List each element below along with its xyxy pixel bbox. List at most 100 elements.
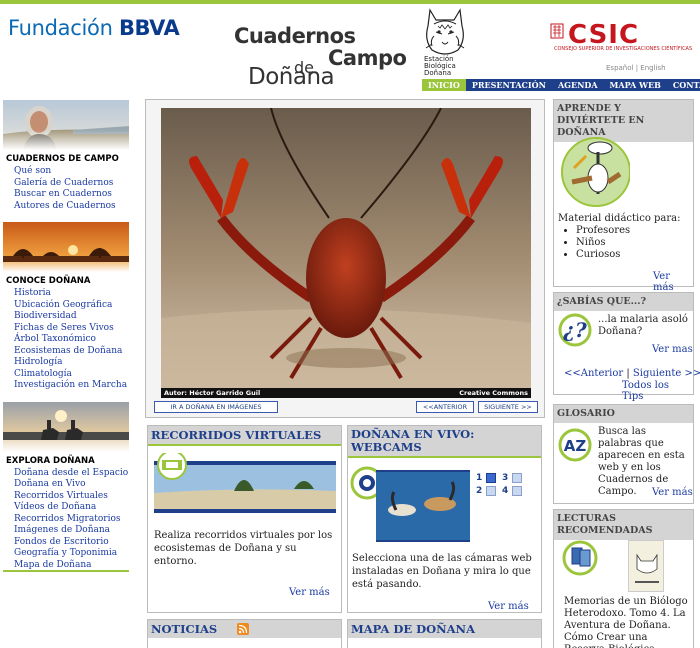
question-icon: ¿?	[558, 313, 592, 347]
aprende-item[interactable]: Niños	[576, 237, 630, 249]
cam-label-2: 2	[476, 486, 483, 496]
aprende-box: APRENDE Y DIVIÉRTETE EN DOÑANA Material …	[553, 99, 694, 293]
sabias-prev-link[interactable]: <<Anterior	[564, 368, 623, 379]
lecturas-text: Memorias de un Biólogo Heterodoxo. Tomo …	[564, 596, 688, 648]
cam-label-1: 1	[476, 473, 483, 483]
sidebar-section-cuadernos: CUADERNOS DE CAMPO Qué son Galería de Cu…	[3, 100, 129, 212]
svg-text:¿?: ¿?	[562, 318, 587, 342]
photo-gallery: Autor: Héctor Garrido Guil Creative Comm…	[145, 99, 545, 418]
sidebar-link[interactable]: Buscar en Cuadernos	[14, 189, 129, 201]
webcam-selector: 1 3 2 4	[476, 473, 536, 496]
sabias-all-link[interactable]: Todos los Tips	[622, 380, 693, 402]
sidebar-link[interactable]: Biodiversidad	[14, 311, 129, 323]
aprende-item[interactable]: Profesores	[576, 225, 630, 237]
sabias-pager: <<Anterior | Siguiente >>	[564, 368, 700, 379]
sabias-more-link[interactable]: Ver mas	[652, 344, 693, 355]
nav-agenda[interactable]: AGENDA	[552, 79, 604, 91]
aprende-more-link[interactable]: Ver más	[653, 271, 693, 293]
photo-license[interactable]: Creative Commons	[459, 389, 528, 397]
cam-select-3[interactable]	[512, 473, 522, 483]
rss-icon[interactable]	[237, 623, 250, 635]
nav-inicio[interactable]: INICIO	[422, 79, 466, 91]
aprende-lead: Material didáctico para:	[558, 213, 681, 224]
aprende-item[interactable]: Curiosos	[576, 249, 630, 261]
cam-select-4[interactable]	[512, 486, 522, 496]
books-icon	[562, 540, 598, 576]
nav-mapa-web[interactable]: MAPA WEB	[604, 79, 667, 91]
stork-teacher-illustration[interactable]	[558, 134, 630, 210]
noticias-box: NOTICIAS	[147, 619, 342, 648]
cam-select-1[interactable]	[486, 473, 496, 483]
sidebar-section-explora: EXPLORA DOÑANA Doñana desde el Espacio D…	[3, 401, 129, 572]
sidebar-link[interactable]: Doñana desde el Espacio	[14, 468, 129, 480]
recorridos-more-link[interactable]: Ver más	[289, 587, 330, 598]
sidebar-heading-conoce: CONOCE DOÑANA	[6, 276, 91, 286]
sidebar-link[interactable]: Recorridos Virtuales	[14, 491, 129, 503]
cam-select-2[interactable]	[486, 486, 496, 496]
sidebar-link[interactable]: Hidrología	[14, 357, 129, 369]
sidebar-link[interactable]: Recorridos Migratorios	[14, 514, 129, 526]
sidebar-link[interactable]: Historia	[14, 288, 129, 300]
sidebar-link[interactable]: Autores de Cuadernos	[14, 201, 129, 213]
recorridos-photo[interactable]	[154, 450, 336, 513]
webcams-text: Selecciona una de las cámaras web instal…	[352, 553, 532, 590]
go-to-images-button[interactable]: IR A DOÑANA EN IMÁGENES	[154, 401, 278, 413]
lecturas-box: LECTURAS RECOMENDADAS Memorias de un Bió…	[553, 509, 694, 648]
webcam-feed-photo[interactable]	[376, 470, 470, 542]
sidebar-link[interactable]: Fondos de Escritorio	[14, 537, 129, 549]
sidebar-link[interactable]: Mapa de Doñana	[14, 560, 129, 572]
glossary-az-icon: AZ	[558, 428, 592, 462]
sidebar-photo-sunset	[3, 222, 129, 272]
sabias-title: ¿SABÍAS QUE...?	[554, 293, 693, 311]
logo-title-line3: Doñana	[248, 64, 335, 90]
sidebar-link[interactable]: Qué son	[14, 166, 129, 178]
mapa-title: MAPA DE DOÑANA	[348, 620, 541, 638]
svg-text:AZ: AZ	[564, 437, 587, 455]
recorridos-box: RECORRIDOS VIRTUALES Realiza recorridos …	[147, 425, 342, 613]
lecturas-title: LECTURAS RECOMENDADAS	[554, 510, 693, 540]
gallery-photo-crayfish[interactable]: Autor: Héctor Garrido Guil Creative Comm…	[161, 108, 531, 398]
webcams-box: DOÑANA EN VIVO: WEBCAMS 1 3 2 4 Seleccion…	[347, 425, 542, 613]
nav-contacta[interactable]: CONTACTA	[667, 79, 700, 91]
sidebar-link[interactable]: Galería de Cuadernos	[14, 178, 129, 190]
fundacion-bbva-logo[interactable]: Fundación BBVA	[8, 16, 180, 40]
sidebar-link[interactable]: Vídeos de Doñana	[14, 502, 129, 514]
cam-label-3: 3	[502, 473, 509, 483]
logo-title-line2: Campo	[328, 46, 407, 70]
ebd-label: Estación Biológica Doñana	[424, 55, 456, 77]
lang-en-link[interactable]: English	[640, 64, 665, 72]
next-photo-button[interactable]: SIGUIENTE >>	[478, 401, 538, 413]
prev-photo-button[interactable]: <<ANTERIOR	[416, 401, 474, 413]
nav-presentacion[interactable]: PRESENTACIÓN	[466, 79, 552, 91]
sidebar-link[interactable]: Ecosistemas de Doñana	[14, 346, 129, 358]
logo-title-line1: Cuadernos	[234, 24, 356, 48]
csic-emblem-icon	[550, 23, 564, 39]
language-switcher: Español | English	[606, 64, 666, 72]
lang-es-link[interactable]: Español	[606, 64, 633, 72]
sidebar-link[interactable]: Ubicación Geográfica	[14, 300, 129, 312]
sidebar-heading-explora: EXPLORA DOÑANA	[6, 455, 95, 466]
recorridos-text: Realiza recorridos virtuales por los eco…	[154, 530, 333, 567]
sidebar-link[interactable]: Fichas de Seres Vivos	[14, 323, 129, 335]
webcams-title: DOÑANA EN VIVO: WEBCAMS	[348, 426, 541, 458]
glosario-box: GLOSARIO AZ Busca las palabras que apare…	[553, 404, 694, 504]
sidebar-link[interactable]: Imágenes de Doñana	[14, 525, 129, 537]
glosario-more-link[interactable]: Ver más	[652, 487, 693, 498]
top-accent-bar	[0, 0, 700, 4]
sidebar-link[interactable]: Climatología	[14, 369, 129, 381]
cuadernos-logo[interactable]: Cuadernos de Campo Doñana	[232, 24, 422, 90]
glosario-title: GLOSARIO	[554, 405, 693, 423]
sidebar-link[interactable]: Doñana en Vivo	[14, 479, 129, 491]
photo-credit-bar: Autor: Héctor Garrido Guil Creative Comm…	[161, 388, 531, 398]
photo-author: Autor: Héctor Garrido Guil	[164, 389, 261, 397]
left-sidebar: CUADERNOS DE CAMPO Qué son Galería de Cu…	[3, 100, 129, 572]
csic-subtitle: CONSEJO SUPERIOR DE INVESTIGACIONES CIEN…	[554, 46, 693, 52]
sabias-next-link[interactable]: Siguiente >>	[633, 368, 700, 379]
main-nav: INICIO PRESENTACIÓN AGENDA MAPA WEB CONT…	[422, 79, 700, 91]
sidebar-link[interactable]: Geografía y Toponimia	[14, 548, 129, 560]
book-cover[interactable]	[628, 540, 664, 592]
sidebar-photo-riders	[3, 401, 129, 452]
sidebar-link[interactable]: Investigación en Marcha	[14, 380, 129, 392]
webcams-more-link[interactable]: Ver más	[488, 601, 529, 612]
sidebar-link[interactable]: Árbol Taxonómico	[14, 334, 129, 346]
